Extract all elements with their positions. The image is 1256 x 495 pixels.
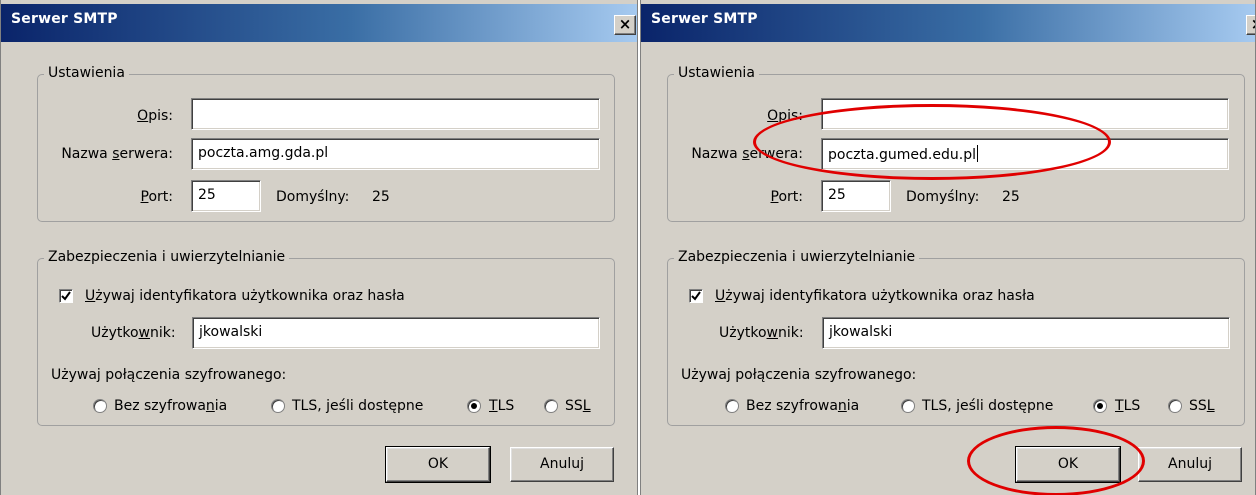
radio-ssl-label: SSL (1189, 398, 1215, 414)
port-label: Port: (140, 189, 173, 205)
dialog-title: Serwer SMTP (11, 11, 118, 27)
use-auth-label: Używaj identyfikatora użytkownika oraz h… (715, 288, 1035, 304)
checkmark-icon (61, 291, 71, 301)
title-bar: Serwer SMTP × (641, 4, 1255, 42)
close-button[interactable]: × (1246, 15, 1255, 35)
port-label: Port: (770, 189, 803, 205)
use-auth-checkbox[interactable] (59, 289, 73, 303)
cancel-button[interactable]: Anuluj (1138, 447, 1242, 482)
radio-selected-dot (1097, 403, 1103, 409)
radio-no-encryption-label: Bez szyfrowania (114, 398, 228, 414)
radio-tls-if-available[interactable] (271, 399, 285, 413)
port-input[interactable]: 25 (191, 180, 261, 212)
settings-legend: Ustawienia (674, 65, 759, 81)
title-bar: Serwer SMTP × (1, 4, 637, 42)
text-caret (976, 145, 978, 162)
security-legend: Zabezpieczenia i uwierzytelnianie (44, 249, 290, 265)
radio-tls[interactable] (467, 399, 481, 413)
default-port-label: Domyślny: (906, 189, 980, 205)
port-input[interactable]: 25 (821, 180, 891, 212)
description-input[interactable] (821, 98, 1229, 130)
smtp-server-dialog-after: Serwer SMTP × Ustawienia Opis: Nazwa ser… (640, 0, 1256, 495)
default-port-value: 25 (372, 189, 390, 205)
close-icon: × (618, 15, 632, 33)
radio-ssl-label: SSL (565, 398, 591, 414)
description-input[interactable] (191, 98, 600, 130)
radio-no-encryption[interactable] (93, 399, 107, 413)
radio-ssl[interactable] (1168, 399, 1182, 413)
radio-tls[interactable] (1093, 399, 1107, 413)
server-name-input[interactable]: poczta.gumed.edu.pl (821, 138, 1229, 170)
close-icon: × (1251, 15, 1255, 33)
ok-button[interactable]: OK (385, 446, 491, 483)
checkmark-icon (691, 291, 701, 301)
server-name-label: Nazwa serwera: (61, 146, 173, 162)
default-port-label: Domyślny: (276, 189, 350, 205)
radio-no-encryption-label: Bez szyfrowania (746, 398, 860, 414)
radio-selected-dot (471, 403, 477, 409)
user-label: Użytkownik: (719, 325, 804, 341)
radio-tls-if-available[interactable] (901, 399, 915, 413)
ok-button[interactable]: OK (1015, 446, 1121, 483)
description-label: Opis: (767, 108, 803, 124)
encryption-label: Używaj połączenia szyfrowanego: (681, 367, 917, 383)
dialog-title: Serwer SMTP (651, 11, 758, 27)
radio-tls-if-available-label: TLS, jeśli dostępne (922, 398, 1054, 414)
server-name-label: Nazwa serwera: (691, 146, 803, 162)
default-port-value: 25 (1002, 189, 1020, 205)
user-label: Użytkownik: (91, 325, 176, 341)
server-name-input[interactable]: poczta.amg.gda.pl (191, 138, 600, 170)
radio-tls-if-available-label: TLS, jeśli dostępne (292, 398, 424, 414)
user-input[interactable]: jkowalski (822, 317, 1230, 349)
radio-tls-label: TLS (489, 398, 515, 414)
radio-tls-label: TLS (1115, 398, 1141, 414)
radio-ssl[interactable] (544, 399, 558, 413)
radio-no-encryption[interactable] (725, 399, 739, 413)
use-auth-checkbox[interactable] (689, 289, 703, 303)
user-input[interactable]: jkowalski (192, 317, 600, 349)
security-legend: Zabezpieczenia i uwierzytelnianie (674, 249, 920, 265)
cancel-button[interactable]: Anuluj (510, 447, 614, 482)
encryption-label: Używaj połączenia szyfrowanego: (51, 367, 287, 383)
use-auth-label: Używaj identyfikatora użytkownika oraz h… (85, 288, 405, 304)
close-button[interactable]: × (614, 15, 636, 35)
smtp-server-dialog-before: Serwer SMTP × Ustawienia Opis: Nazwa ser… (0, 0, 638, 495)
description-label: Opis: (137, 108, 173, 124)
settings-legend: Ustawienia (44, 65, 129, 81)
